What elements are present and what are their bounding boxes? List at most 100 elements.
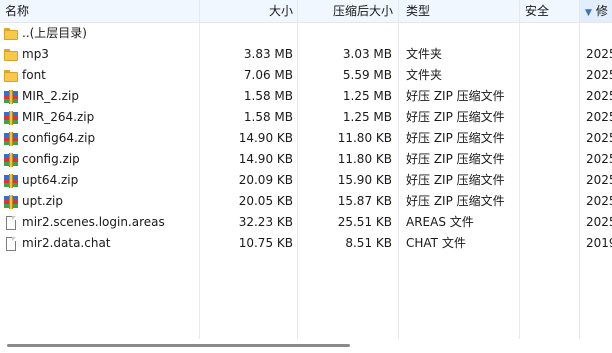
file-size: 20.05 KB — [238, 194, 293, 208]
file-row[interactable]: MIR_2.zip 1.58 MB 1.25 MB 好压 ZIP 压缩文件 2025 — [0, 86, 612, 107]
file-size: 1.58 MB — [243, 110, 293, 124]
column-header-size[interactable]: 大小 — [200, 0, 298, 22]
file-attributes — [520, 149, 578, 170]
file-name-cell: config.zip — [0, 149, 200, 170]
column-header-bar: 名称 大小 压缩后大小 类型 安全 ▼ 修 — [0, 0, 612, 23]
file-name-cell: mir2.scenes.login.areas — [0, 212, 200, 233]
file-type: 好压 ZIP 压缩文件 — [406, 173, 505, 187]
file-row[interactable]: config.zip 14.90 KB 11.80 KB 好压 ZIP 压缩文件 202… — [0, 149, 612, 170]
file-name-cell: upt64.zip — [0, 170, 200, 191]
file-packed-size: 1.25 MB — [342, 110, 392, 124]
file-name-cell: MIR_2.zip — [0, 86, 200, 107]
file-name: upt64.zip — [22, 173, 79, 187]
column-header-name[interactable]: 名称 — [0, 0, 200, 22]
file-modified: 2025 — [586, 110, 612, 124]
file-row[interactable]: mir2.data.chat 10.75 KB 8.51 KB CHAT 文件 2019 — [0, 233, 612, 254]
file-packed-size: 25.51 KB — [337, 215, 392, 229]
file-list-pane: 名称 大小 压缩后大小 类型 安全 ▼ 修 ..(上层目录) mp3 3.83 MB 3… — [0, 0, 612, 353]
file-modified: 2025 — [586, 131, 612, 145]
file-packed-size: 15.87 KB — [337, 194, 392, 208]
file-modified: 2025 — [586, 194, 612, 208]
file-row[interactable]: MIR_264.zip 1.58 MB 1.25 MB 好压 ZIP 压缩文件 2025 — [0, 107, 612, 128]
file-name-cell: mir2.data.chat — [0, 233, 200, 254]
scrollbar-thumb[interactable] — [7, 344, 350, 347]
column-header-attr-label: 安全 — [525, 4, 550, 18]
file-row[interactable]: upt64.zip 20.09 KB 15.90 KB 好压 ZIP 压缩文件 2025 — [0, 170, 612, 191]
file-modified: 2025 — [586, 215, 612, 229]
file-attributes — [520, 86, 578, 107]
folder-icon — [4, 48, 18, 62]
zip-archive-icon — [4, 152, 18, 167]
file-size: 3.83 MB — [243, 47, 293, 61]
folder-icon — [4, 27, 18, 41]
file-type: AREAS 文件 — [406, 215, 474, 229]
file-modified: 2019 — [586, 236, 612, 250]
file-type: 好压 ZIP 压缩文件 — [406, 131, 505, 145]
file-name-cell: config64.zip — [0, 128, 200, 149]
file-name: MIR_264.zip — [22, 110, 95, 124]
file-name: config64.zip — [22, 131, 96, 145]
column-header-packed-size[interactable]: 压缩后大小 — [298, 0, 398, 22]
file-type: 文件夹 — [406, 47, 443, 61]
column-header-name-label: 名称 — [5, 4, 30, 18]
file-type: 好压 ZIP 压缩文件 — [406, 152, 505, 166]
file-name-cell: font — [0, 65, 200, 86]
file-size — [200, 23, 298, 44]
file-size: 7.06 MB — [243, 68, 293, 82]
file-type: 好压 ZIP 压缩文件 — [406, 194, 505, 208]
file-name: font — [22, 68, 46, 82]
file-attributes — [520, 212, 578, 233]
file-row[interactable]: mir2.scenes.login.areas 32.23 KB 25.51 KB A… — [0, 212, 612, 233]
folder-icon — [4, 69, 18, 83]
file-size: 32.23 KB — [238, 215, 293, 229]
file-size: 14.90 KB — [238, 152, 293, 166]
file-type: 好压 ZIP 压缩文件 — [406, 110, 505, 124]
column-header-type[interactable]: 类型 — [399, 0, 520, 22]
file-type: 文件夹 — [406, 68, 443, 82]
file-name-cell: ..(上层目录) — [0, 23, 200, 44]
file-attributes — [520, 170, 578, 191]
file-modified: 2025 — [586, 89, 612, 103]
file-attributes — [520, 128, 578, 149]
zip-archive-icon — [4, 110, 18, 125]
file-row[interactable]: ..(上层目录) — [0, 23, 612, 44]
file-attributes — [520, 44, 578, 65]
file-packed-size: 3.03 MB — [342, 47, 392, 61]
zip-archive-icon — [4, 131, 18, 146]
file-attributes — [520, 233, 578, 254]
file-modified: 2025 — [586, 152, 612, 166]
file-size: 10.75 KB — [238, 236, 293, 250]
file-modified: 2025 — [586, 173, 612, 187]
file-packed-size: 15.90 KB — [337, 173, 392, 187]
file-name: mp3 — [22, 47, 49, 61]
column-header-modified-label: 修 — [595, 4, 608, 18]
file-packed-size: 8.51 KB — [345, 236, 392, 250]
column-header-packed-label: 压缩后大小 — [332, 4, 393, 18]
file-size: 1.58 MB — [243, 89, 293, 103]
file-packed-size: 1.25 MB — [342, 89, 392, 103]
file-modified — [580, 23, 612, 44]
horizontal-scrollbar[interactable] — [0, 339, 612, 353]
file-icon — [4, 215, 18, 230]
column-header-type-label: 类型 — [406, 4, 431, 18]
file-attributes — [520, 23, 578, 44]
column-header-modified[interactable]: ▼ 修 — [580, 0, 612, 22]
file-row[interactable]: font 7.06 MB 5.59 MB 文件夹 2025 — [0, 65, 612, 86]
file-row[interactable]: mp3 3.83 MB 3.03 MB 文件夹 2025 — [0, 44, 612, 65]
down-arrow-icon: ▼ — [585, 8, 592, 18]
file-name: upt.zip — [22, 194, 63, 208]
file-modified: 2025 — [586, 68, 612, 82]
column-header-attributes[interactable]: 安全 — [520, 0, 579, 22]
file-type: 好压 ZIP 压缩文件 — [406, 89, 505, 103]
file-type: CHAT 文件 — [406, 236, 466, 250]
zip-archive-icon — [4, 173, 18, 188]
file-name: mir2.data.chat — [22, 236, 111, 250]
column-header-size-label: 大小 — [268, 4, 293, 18]
file-name: mir2.scenes.login.areas — [22, 215, 165, 229]
file-row[interactable]: upt.zip 20.05 KB 15.87 KB 好压 ZIP 压缩文件 2025 — [0, 191, 612, 212]
file-name-cell: upt.zip — [0, 191, 200, 212]
file-row[interactable]: config64.zip 14.90 KB 11.80 KB 好压 ZIP 压缩文件 2… — [0, 128, 612, 149]
zip-archive-icon — [4, 89, 18, 104]
file-icon — [4, 236, 18, 251]
file-packed-size — [298, 23, 397, 44]
